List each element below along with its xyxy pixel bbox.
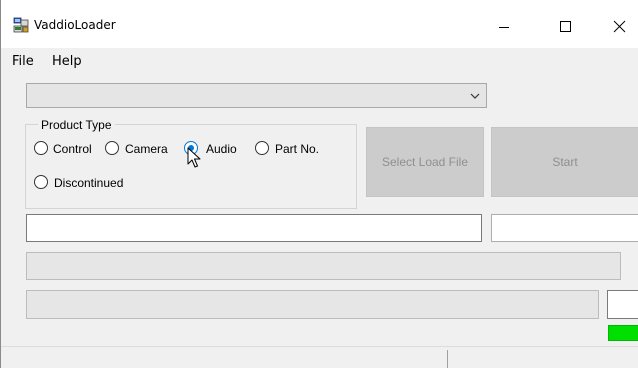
radio-control[interactable] xyxy=(34,141,48,155)
radio-part-no[interactable] xyxy=(255,141,269,155)
radio-discontinued-label[interactable]: Discontinued xyxy=(54,176,123,190)
status-indicator xyxy=(608,325,638,341)
radio-audio-label[interactable]: Audio xyxy=(206,142,237,156)
load-progress-bar xyxy=(26,290,599,319)
close-button[interactable] xyxy=(595,0,638,48)
maximize-button[interactable] xyxy=(541,0,587,48)
pointer-cursor-icon xyxy=(187,147,201,168)
menu-bar: File Help xyxy=(1,48,638,74)
radio-camera-label[interactable]: Camera xyxy=(125,142,168,156)
app-window: VaddioLoader File Help Product Type Cont… xyxy=(0,0,638,368)
small-value-field[interactable] xyxy=(607,290,638,319)
menu-help[interactable]: Help xyxy=(52,54,82,69)
radio-camera[interactable] xyxy=(105,141,119,155)
radio-discontinued[interactable] xyxy=(34,175,48,189)
radio-control-label[interactable]: Control xyxy=(53,142,92,156)
status-divider xyxy=(447,350,448,368)
product-type-legend: Product Type xyxy=(38,118,115,132)
start-button[interactable]: Start xyxy=(491,127,638,197)
product-combo-box[interactable] xyxy=(26,83,487,108)
window-title: VaddioLoader xyxy=(34,18,116,32)
title-bar[interactable]: VaddioLoader xyxy=(1,0,638,48)
status-progress-bar xyxy=(26,252,621,280)
secondary-info-field[interactable] xyxy=(491,214,638,242)
status-bar xyxy=(1,346,638,368)
maximize-icon xyxy=(560,21,571,32)
chevron-down-icon xyxy=(470,93,480,99)
close-icon xyxy=(613,20,626,33)
minimize-button[interactable] xyxy=(481,0,527,48)
select-load-file-button[interactable]: Select Load File xyxy=(366,127,484,197)
minimize-icon xyxy=(499,27,509,28)
radio-part-no-label[interactable]: Part No. xyxy=(275,142,319,156)
load-file-path-field[interactable] xyxy=(26,214,482,242)
vaddio-loader-app-icon xyxy=(13,17,29,33)
menu-file[interactable]: File xyxy=(12,54,34,69)
